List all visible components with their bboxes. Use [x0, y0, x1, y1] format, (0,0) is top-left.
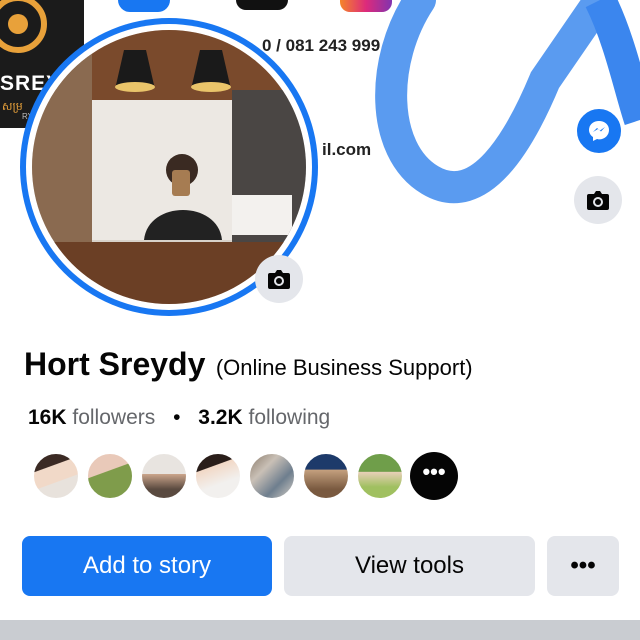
camera-icon	[587, 191, 609, 210]
stats-separator: •	[173, 406, 181, 429]
tiktok-logo-icon	[236, 0, 288, 10]
following-label: following	[248, 406, 331, 429]
following-link[interactable]: 3.2K following	[198, 406, 330, 429]
profile-category: (Online Business Support)	[215, 355, 473, 380]
profile-name-row: Hort Sreydy (Online Business Support)	[24, 346, 473, 383]
edit-cover-photo-button[interactable]	[574, 176, 622, 224]
follow-stats: 16K followers • 3.2K following	[28, 406, 330, 430]
camera-icon	[268, 270, 290, 289]
messenger-icon	[589, 121, 609, 141]
friend-avatar[interactable]	[248, 452, 296, 500]
logo-subtext: សម្រ	[2, 101, 23, 113]
messenger-button[interactable]	[574, 106, 624, 156]
more-options-button[interactable]: •••	[547, 536, 619, 596]
friend-avatar[interactable]	[302, 452, 350, 500]
view-tools-label: View tools	[355, 552, 464, 579]
followers-count: 16K	[28, 406, 67, 429]
section-divider	[0, 620, 640, 640]
friend-avatar[interactable]	[86, 452, 134, 500]
view-tools-button[interactable]: View tools	[284, 536, 535, 596]
friend-avatar[interactable]	[356, 452, 404, 500]
add-to-story-button[interactable]: Add to story	[22, 536, 272, 596]
more-friends-button[interactable]: •••	[410, 452, 458, 500]
cover-email-text: il.com	[322, 140, 372, 159]
profile-name: Hort Sreydy	[24, 346, 206, 382]
friend-avatar[interactable]	[32, 452, 80, 500]
instagram-logo-icon	[340, 0, 392, 12]
add-to-story-label: Add to story	[82, 552, 212, 579]
facebook-logo-icon	[118, 0, 170, 12]
more-icon: •••	[570, 552, 596, 579]
followers-label: followers	[72, 406, 156, 429]
following-count: 3.2K	[198, 406, 243, 429]
followers-link[interactable]: 16K followers	[28, 406, 155, 429]
edit-profile-picture-button[interactable]	[255, 255, 303, 303]
friend-avatar[interactable]	[194, 452, 242, 500]
friend-avatar[interactable]	[140, 452, 188, 500]
